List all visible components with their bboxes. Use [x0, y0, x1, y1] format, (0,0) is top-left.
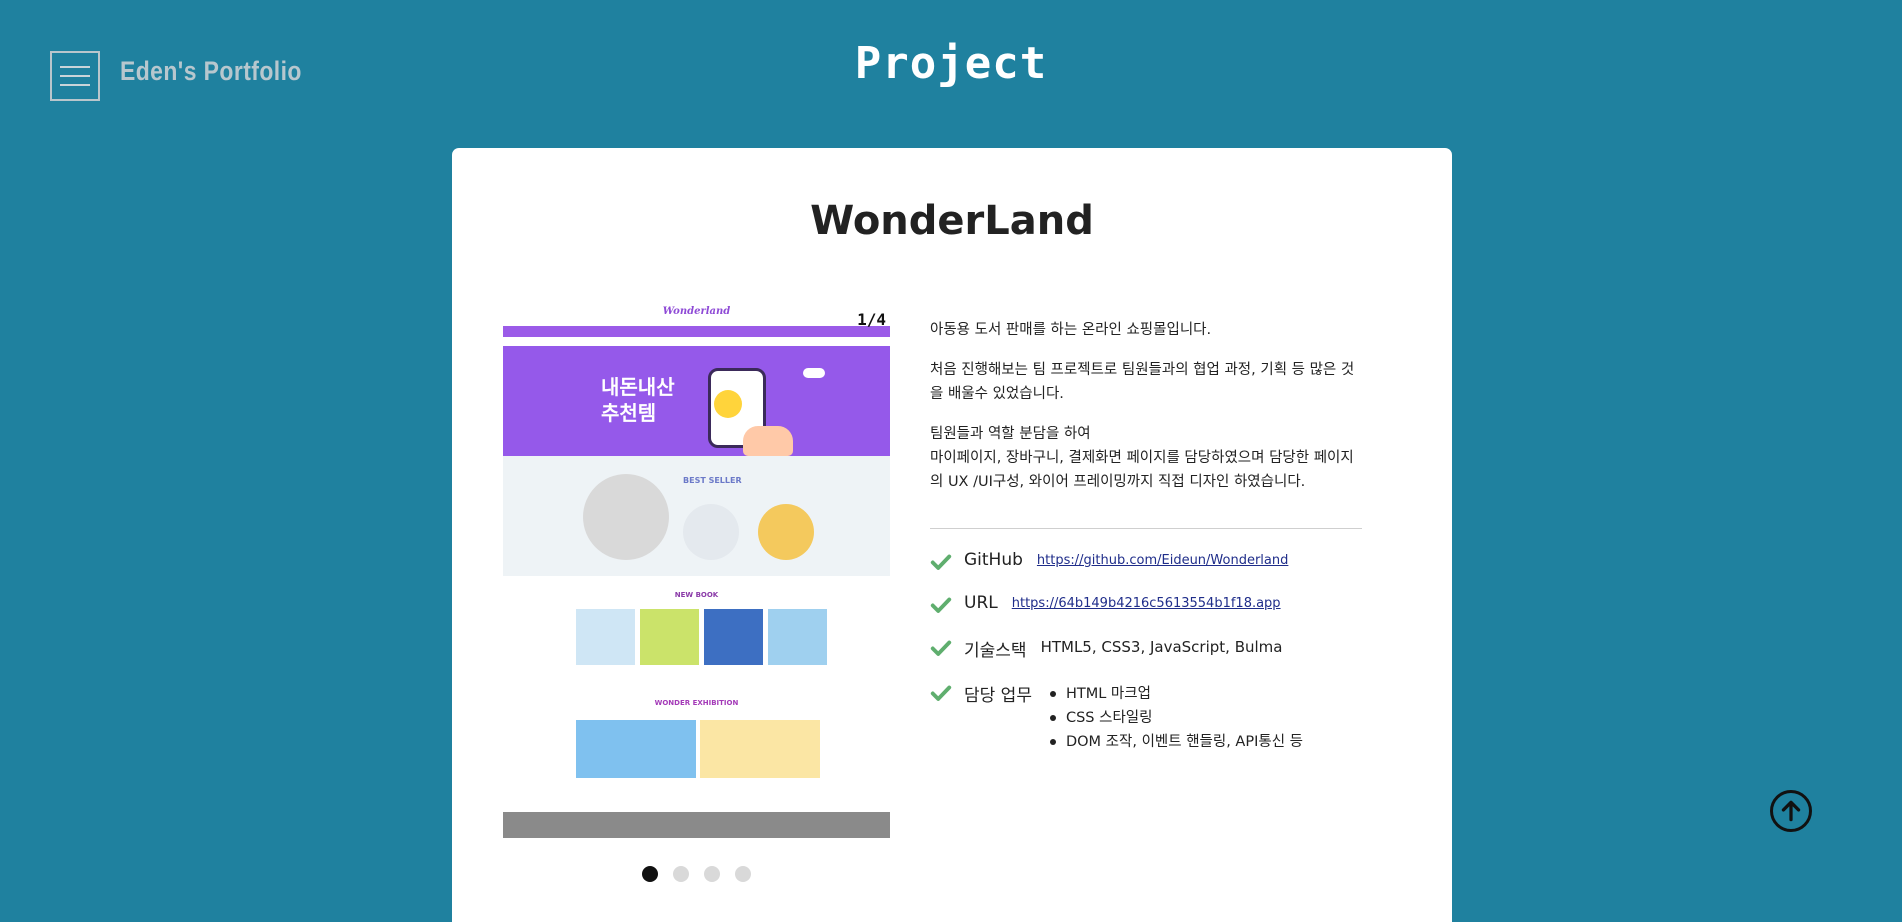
- slider-dot-3[interactable]: [704, 866, 720, 882]
- exhibition-label: WONDER EXHIBITION: [654, 699, 739, 707]
- screenshot-bestseller-section: BEST SELLER: [503, 456, 890, 576]
- project-description: 아동용 도서 판매를 하는 온라인 쇼핑몰입니다. 처음 진행해보는 팀 프로젝…: [930, 318, 1362, 510]
- description-paragraph-3-line-2: 마이페이지, 장바구니, 결제화면 페이지를 담당하였으며 담당한 페이지의 U…: [930, 450, 1354, 490]
- description-paragraph-2: 처음 진행해보는 팀 프로젝트로 팀원들과의 협업 과정, 기획 등 많은 것을…: [930, 362, 1355, 402]
- info-row-duties: 담당 업무 HTML 마크업 CSS 스타일링 DOM 조작, 이벤트 핸들링,…: [930, 681, 1370, 754]
- info-row-url: URL https://64b149b4216c5613554b1f18.app: [930, 593, 1370, 616]
- duty-item: HTML 마크업: [1046, 682, 1303, 706]
- duty-list: HTML 마크업 CSS 스타일링 DOM 조작, 이벤트 핸들링, API통신…: [1046, 682, 1303, 754]
- cloud-illustration: [803, 368, 825, 378]
- banner-line-1: 내돈내산: [601, 375, 675, 399]
- github-label: GitHub: [964, 550, 1023, 570]
- check-icon: [930, 640, 952, 656]
- newbook-cover-2: [640, 609, 699, 665]
- newbook-cover-3: [704, 609, 763, 665]
- hand-illustration: [743, 426, 793, 456]
- project-title: WonderLand: [810, 198, 1094, 244]
- screenshot-nav-bar: [503, 326, 890, 337]
- screenshot-logo: Wonderland: [662, 306, 731, 317]
- bestseller-circle-2: [683, 504, 739, 560]
- stack-label: 기술스택: [964, 641, 1027, 661]
- slider-pagination: [503, 866, 890, 882]
- newbook-cover-1: [576, 609, 635, 665]
- check-icon: [930, 597, 952, 613]
- info-row-stack: 기술스택 HTML5, CSS3, JavaScript, Bulma: [930, 636, 1370, 661]
- check-icon: [930, 554, 952, 570]
- screenshot-footer: [503, 812, 890, 838]
- bestseller-label: BEST SELLER: [683, 476, 742, 485]
- project-card: WonderLand Wonderland 내돈내산 추천템 BEST SELL…: [452, 148, 1452, 922]
- github-link[interactable]: https://github.com/Eideun/Wonderland: [1037, 553, 1288, 568]
- scroll-top-button[interactable]: [1770, 790, 1812, 832]
- bestseller-circle-3: [758, 504, 814, 560]
- screenshot-banner-text: 내돈내산 추천템: [601, 374, 675, 426]
- project-info-list: GitHub https://github.com/Eideun/Wonderl…: [930, 550, 1370, 774]
- duty-label: 담당 업무: [964, 686, 1032, 706]
- newbook-cover-4: [768, 609, 827, 665]
- duty-item: CSS 스타일링: [1046, 706, 1303, 730]
- newbook-label: NEW BOOK: [674, 591, 719, 599]
- banner-line-2: 추천템: [601, 401, 657, 425]
- slide-counter: 1/4: [857, 310, 886, 329]
- duty-item: DOM 조작, 이벤트 핸들링, API통신 등: [1046, 730, 1303, 754]
- stack-value: HTML5, CSS3, JavaScript, Bulma: [1040, 638, 1283, 656]
- smile-illustration: [714, 390, 742, 418]
- deploy-link[interactable]: https://64b149b4216c5613554b1f18.app: [1012, 596, 1281, 611]
- exhibition-banner-1: [576, 720, 696, 778]
- slider-dot-4[interactable]: [735, 866, 751, 882]
- slider-dot-1[interactable]: [642, 866, 658, 882]
- url-label: URL: [964, 593, 998, 613]
- exhibition-banner-2: [700, 720, 820, 778]
- check-icon: [930, 685, 952, 701]
- page-title: Project: [854, 38, 1048, 89]
- screenshot-banner: 내돈내산 추천템: [503, 346, 890, 456]
- image-slider[interactable]: Wonderland 내돈내산 추천템 BEST SELLER NEW BOOK: [503, 306, 890, 838]
- divider: [930, 528, 1362, 529]
- arrow-up-icon: [1781, 800, 1801, 822]
- bestseller-circle-1: [583, 474, 669, 560]
- slider-dot-2[interactable]: [673, 866, 689, 882]
- info-row-github: GitHub https://github.com/Eideun/Wonderl…: [930, 550, 1370, 573]
- description-paragraph-3-line-1: 팀원들과 역할 분담을 하여: [930, 426, 1091, 442]
- description-paragraph-1: 아동용 도서 판매를 하는 온라인 쇼핑몰입니다.: [930, 322, 1212, 338]
- description-paragraph-3: 팀원들과 역할 분담을 하여 마이페이지, 장바구니, 결제화면 페이지를 담당…: [930, 422, 1362, 494]
